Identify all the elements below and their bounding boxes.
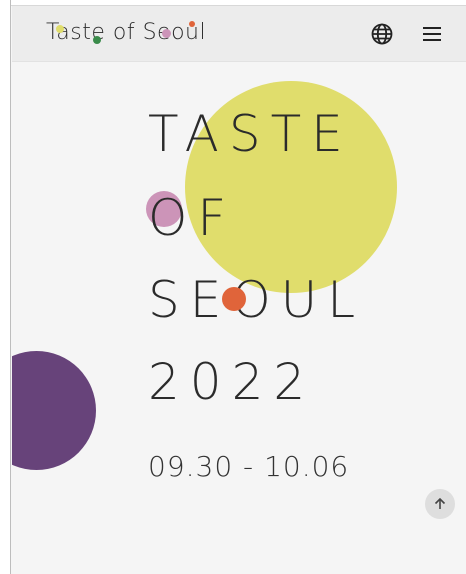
globe-icon[interactable] xyxy=(370,22,394,46)
logo-dot-yellow xyxy=(56,25,64,33)
purple-circle-decoration xyxy=(12,351,96,470)
hero-section: TASTE OF SEOUL 2022 09.30 - 10.06 xyxy=(12,62,466,574)
arrow-up-icon xyxy=(434,497,446,509)
site-header: Taste of Seoul xyxy=(12,6,466,62)
logo-dot-pink xyxy=(162,29,171,38)
hamburger-menu-icon[interactable] xyxy=(420,22,444,46)
logo-dot-orange xyxy=(189,21,195,27)
browser-frame-left xyxy=(0,0,11,574)
event-dates: 09.30 - 10.06 xyxy=(148,450,350,483)
scroll-to-top-button[interactable] xyxy=(425,489,455,519)
hero-title-line-1: TASTE xyxy=(148,105,353,163)
logo-dot-green xyxy=(93,36,101,44)
logo-text: Taste of Seoul xyxy=(46,20,207,45)
orange-o-dot xyxy=(222,287,246,311)
hero-title-line-2: OF xyxy=(148,189,237,247)
hero-title-line-4: 2022 xyxy=(148,353,316,411)
site-logo[interactable]: Taste of Seoul xyxy=(46,18,206,48)
hero-title-line-3: SEOUL xyxy=(148,271,366,329)
